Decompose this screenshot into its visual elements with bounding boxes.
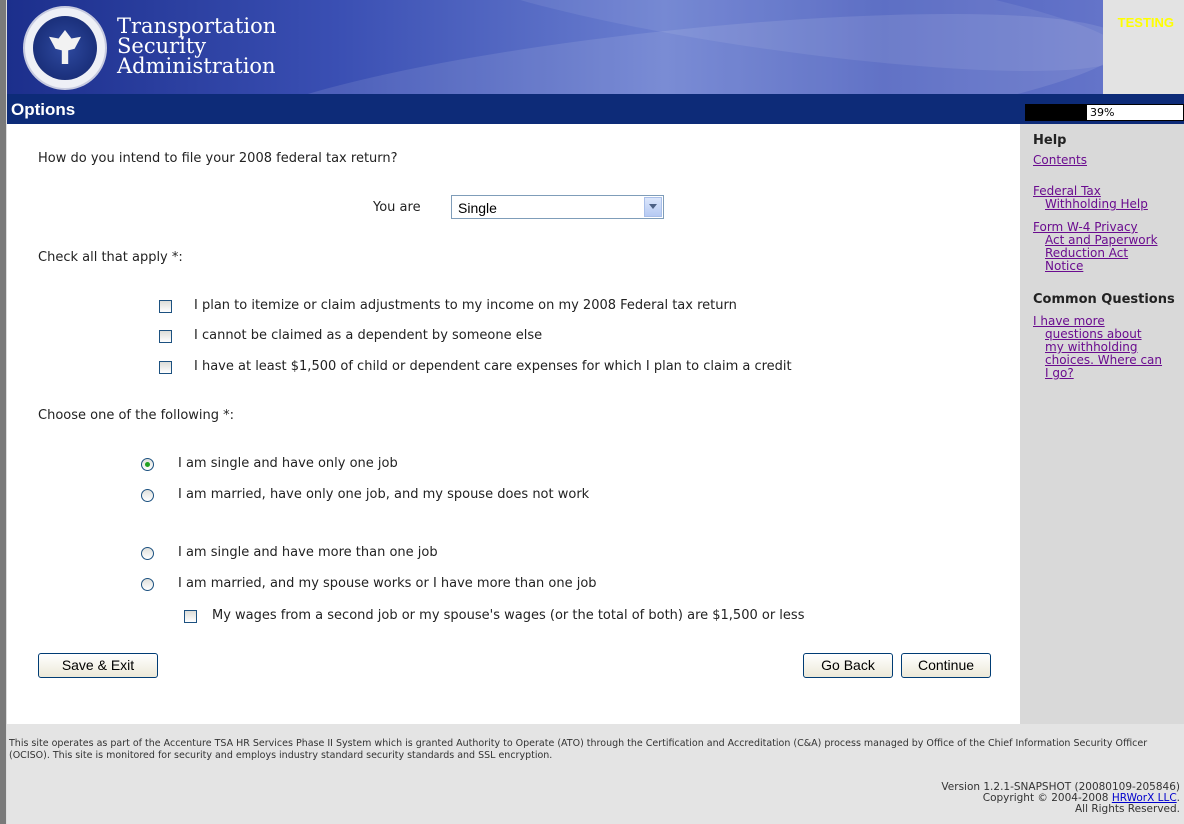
itemize-checkbox[interactable] (159, 300, 172, 313)
single-one-job-label: I am single and have only one job (178, 456, 398, 471)
filing-question: How do you intend to file your 2008 fede… (38, 151, 398, 166)
married-spouse-works-label: I am married, and my spouse works or I h… (178, 576, 597, 591)
dhs-seal-logo (23, 6, 107, 90)
choose-one-label: Choose one of the following *: (38, 408, 235, 423)
single-multiple-jobs-label: I am single and have more than one job (178, 545, 438, 560)
link-line: I go? (1045, 366, 1074, 380)
org-name-line: Administration (117, 54, 276, 78)
link-line: Federal Tax (1033, 184, 1101, 198)
you-are-label: You are (373, 200, 421, 215)
progress-fill (1026, 105, 1088, 120)
page-footer: This site operates as part of the Accent… (7, 724, 1184, 824)
common-questions-heading: Common Questions (1033, 292, 1175, 307)
not-dependent-label: I cannot be claimed as a dependent by so… (194, 328, 543, 343)
page-title: Options (11, 100, 76, 119)
continue-button[interactable]: Continue (901, 653, 991, 678)
single-multiple-jobs-radio[interactable] (141, 547, 154, 560)
link-line: Withholding Help (1045, 197, 1148, 211)
federal-tax-withholding-help-link[interactable]: Federal Tax Withholding Help (1033, 185, 1148, 211)
progress-text: 39% (1090, 106, 1115, 119)
married-spouse-works-radio[interactable] (141, 578, 154, 591)
help-sidebar: Help Contents Federal Tax Withholding He… (1020, 124, 1184, 724)
second-job-wages-label: My wages from a second job or my spouse'… (212, 608, 805, 623)
save-exit-button[interactable]: Save & Exit (38, 653, 158, 678)
married-one-job-radio[interactable] (141, 489, 154, 502)
not-dependent-checkbox[interactable] (159, 330, 172, 343)
chevron-down-icon[interactable] (644, 197, 662, 217)
child-care-label: I have at least $1,500 of child or depen… (194, 359, 792, 374)
page-title-bar: Options (7, 94, 1020, 124)
org-name-line: Security (117, 34, 207, 58)
filing-status-select[interactable]: Single (451, 195, 664, 219)
link-line: I have more (1033, 314, 1105, 328)
help-heading: Help (1033, 133, 1067, 148)
header-banner: Transportation Security Administration (7, 0, 1103, 94)
link-line: Notice (1045, 259, 1084, 273)
go-back-button[interactable]: Go Back (803, 653, 893, 678)
rights-text: All Rights Reserved. (1074, 803, 1180, 815)
more-questions-link[interactable]: I have more questions about my withholdi… (1033, 315, 1162, 380)
testing-label: TESTING (1117, 15, 1174, 30)
filing-status-value: Single (458, 200, 497, 216)
contents-link[interactable]: Contents (1033, 154, 1087, 167)
w4-privacy-notice-link[interactable]: Form W-4 Privacy Act and Paperwork Reduc… (1033, 221, 1158, 273)
second-job-wages-checkbox[interactable] (184, 610, 197, 623)
version-info: Version 1.2.1-SNAPSHOT (20080109-205846)… (941, 782, 1180, 815)
org-name-line: Transportation (117, 14, 277, 38)
org-name: Transportation Security Administration (117, 14, 277, 78)
married-one-job-label: I am married, have only one job, and my … (178, 487, 590, 502)
itemize-label: I plan to itemize or claim adjustments t… (194, 298, 737, 313)
security-notice: This site operates as part of the Accent… (9, 738, 1148, 761)
progress-bar: 39% (1025, 104, 1184, 121)
single-one-job-radio[interactable] (141, 458, 154, 471)
check-all-label: Check all that apply *: (38, 250, 183, 265)
environment-panel: TESTING (1103, 0, 1184, 94)
child-care-checkbox[interactable] (159, 361, 172, 374)
link-line: Form W-4 Privacy (1033, 220, 1138, 234)
